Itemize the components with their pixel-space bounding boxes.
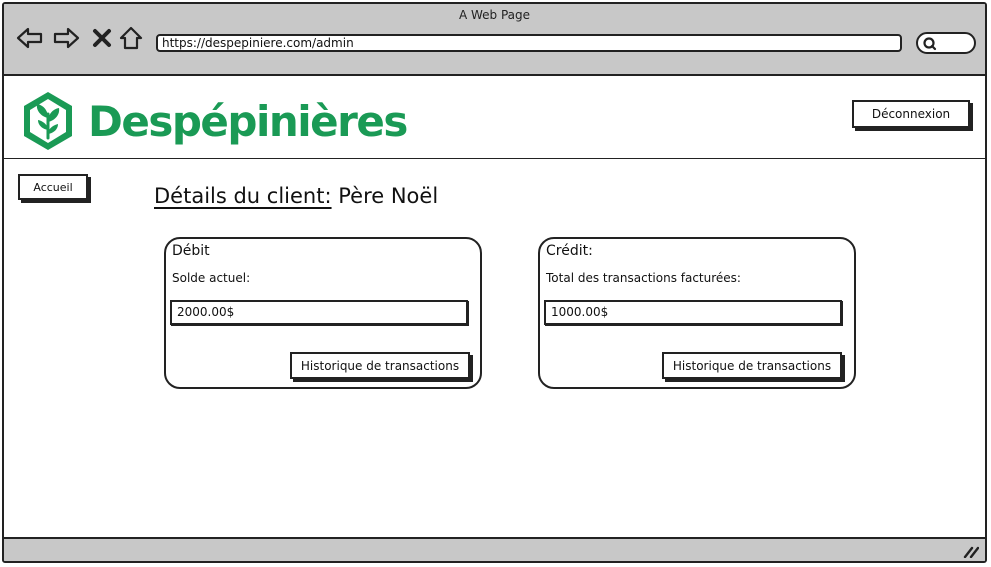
credit-title: Crédit:: [546, 243, 593, 259]
browser-search-field[interactable]: [916, 32, 976, 54]
balance-field[interactable]: 2000.00$: [170, 300, 468, 325]
url-bar[interactable]: https://despepiniere.com/admin: [156, 34, 902, 52]
total-label: Total des transactions facturées:: [546, 271, 741, 285]
credit-card: Crédit: Total des transactions facturées…: [538, 237, 856, 389]
search-icon: [923, 37, 937, 51]
status-bar: [4, 537, 985, 561]
page-title-label: Détails du client:: [154, 184, 332, 208]
window-title: A Web Page: [458, 8, 531, 22]
client-name: Père Noël: [338, 184, 439, 208]
total-field[interactable]: 1000.00$: [544, 300, 842, 325]
brand-logo: Despépinières: [22, 90, 408, 152]
brand-name: Despépinières: [88, 96, 408, 146]
leaf-hexagon-icon: [24, 92, 72, 150]
credit-history-button[interactable]: Historique de transactions: [662, 352, 842, 379]
browser-window: A Web Page https://despepiniere.com/admi…: [2, 2, 987, 563]
browser-toolbar: A Web Page https://despepiniere.com/admi…: [4, 4, 985, 76]
debit-history-button[interactable]: Historique de transactions: [290, 352, 470, 379]
resize-grip-icon[interactable]: [963, 544, 979, 558]
back-arrow-icon[interactable]: [16, 24, 44, 52]
forward-arrow-icon[interactable]: [52, 24, 80, 52]
close-x-icon[interactable]: [88, 24, 116, 52]
page-title: Détails du client: Père Noël: [154, 184, 438, 208]
balance-label: Solde actuel:: [172, 271, 251, 285]
debit-card: Débit Solde actuel: 2000.00$ Historique …: [164, 237, 482, 389]
debit-title: Débit: [172, 243, 210, 259]
home-icon[interactable]: [117, 24, 145, 52]
home-nav-button[interactable]: Accueil: [18, 174, 88, 200]
header-divider: [4, 158, 985, 159]
logout-button[interactable]: Déconnexion: [852, 100, 970, 128]
